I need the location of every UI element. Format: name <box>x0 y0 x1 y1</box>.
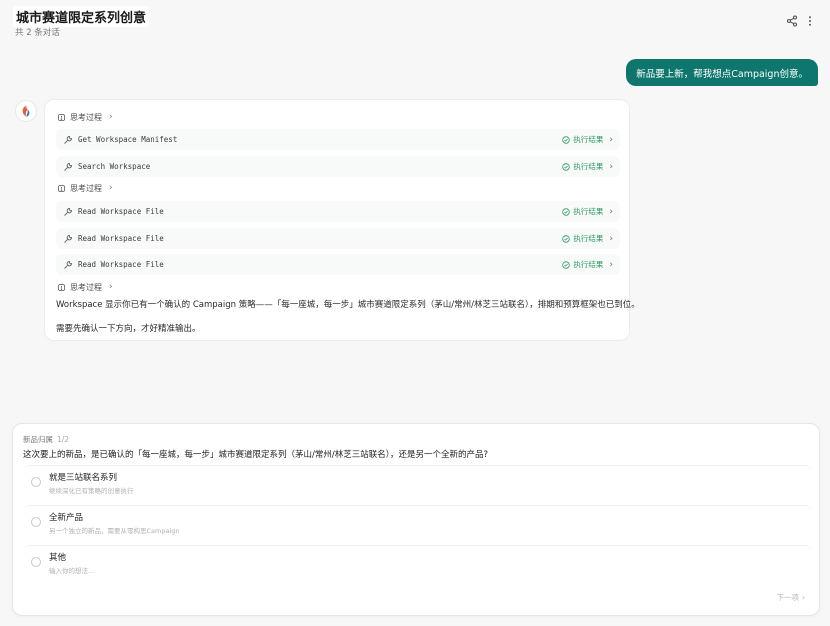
more-vertical-icon[interactable] <box>803 14 817 28</box>
wrench-icon <box>63 162 73 172</box>
question-text: 这次要上的新品，是已确认的「每一座城，每一步」城市赛道限定系列（茅山/常州/林芝… <box>23 450 488 460</box>
tool-name: Read Workspace File <box>78 234 164 243</box>
wrench-icon <box>63 135 73 145</box>
result-status: 执行结果 <box>562 134 603 145</box>
chevron-right-icon: › <box>109 282 113 292</box>
result-status: 执行结果 <box>562 259 603 270</box>
question-counter: 1/2 <box>57 435 70 444</box>
result-label: 执行结果 <box>573 162 604 171</box>
chevron-right-icon: › <box>609 233 613 244</box>
chevron-right-icon: › <box>609 134 613 145</box>
result-label: 执行结果 <box>573 234 604 243</box>
option-title: 就是三站联名系列 <box>49 473 118 483</box>
tool-name: Read Workspace File <box>78 260 164 269</box>
result-status: 执行结果 <box>562 161 603 172</box>
thinking-process-toggle[interactable]: 思考过程 › <box>57 181 113 195</box>
thinking-label: 思考过程 <box>70 282 102 292</box>
wrench-icon <box>63 260 73 270</box>
check-circle-icon <box>562 260 571 269</box>
question-card: 新品归属 1/2 这次要上的新品，是已确认的「每一座城，每一步」城市赛道限定系列（… <box>12 423 820 616</box>
radio-button[interactable] <box>31 557 41 567</box>
chevron-right-icon: › <box>609 259 613 270</box>
radio-button[interactable] <box>31 517 41 527</box>
thinking-process-toggle[interactable]: 思考过程 › <box>57 110 113 124</box>
option-existing-series[interactable]: 就是三站联名系列 继续深化已有策略的创意执行 <box>23 465 811 498</box>
wrench-icon <box>63 234 73 244</box>
chevron-right-icon: › <box>802 593 805 602</box>
tool-name: Get Workspace Manifest <box>78 135 178 144</box>
result-status: 执行结果 <box>562 233 603 244</box>
option-description: 输入你的想法... <box>49 567 95 575</box>
check-circle-icon <box>562 135 571 144</box>
assistant-avatar <box>15 100 37 122</box>
check-circle-icon <box>562 162 571 171</box>
option-new-product[interactable]: 全新产品 另一个独立的新品，需要从零构思Campaign <box>23 505 811 538</box>
question-label: 新品归属 <box>23 435 53 444</box>
assistant-message-card: 思考过程 › Get Workspace Manifest 执行结果 › Sea… <box>44 99 640 341</box>
share-icon[interactable] <box>785 14 799 28</box>
thinking-icon <box>57 184 66 192</box>
chevron-right-icon: › <box>109 112 113 122</box>
radio-button[interactable] <box>31 477 41 487</box>
option-title: 全新产品 <box>49 513 84 523</box>
result-label: 执行结果 <box>573 260 604 269</box>
question-header: 新品归属 1/2 <box>23 434 69 445</box>
option-description: 另一个独立的新品，需要从零构思Campaign <box>49 527 180 535</box>
result-status: 执行结果 <box>562 206 603 217</box>
tool-call-row[interactable]: Read Workspace File 执行结果 › <box>56 201 620 222</box>
chat-header: 城市赛道限定系列创意 共 2 条对话 <box>0 0 830 42</box>
option-description: 继续深化已有策略的创意执行 <box>49 487 134 495</box>
thinking-label: 思考过程 <box>70 183 102 193</box>
assistant-text: Workspace 显示你已有一个确认的 Campaign 策略——「每一座城，… <box>56 300 640 310</box>
page-title: 城市赛道限定系列创意 <box>13 6 150 27</box>
assistant-logo-icon <box>22 105 30 117</box>
result-label: 执行结果 <box>573 207 604 216</box>
wrench-icon <box>63 207 73 217</box>
tool-name: Read Workspace File <box>78 207 164 216</box>
check-circle-icon <box>562 234 571 243</box>
tool-name: Search Workspace <box>78 162 151 171</box>
option-other[interactable]: 其他 输入你的想法... <box>23 545 811 578</box>
next-button[interactable]: 下一项 › <box>777 592 806 603</box>
thinking-icon <box>57 113 66 121</box>
chevron-right-icon: › <box>609 206 613 217</box>
tool-call-row[interactable]: Read Workspace File 执行结果 › <box>56 254 620 275</box>
tool-call-row[interactable]: Get Workspace Manifest 执行结果 › <box>56 129 620 150</box>
chevron-right-icon: › <box>109 183 113 193</box>
option-title: 其他 <box>49 553 67 563</box>
conversation-count: 共 2 条对话 <box>15 28 60 38</box>
assistant-text: 需要先确认一下方向，才好精准输出。 <box>56 324 201 334</box>
user-message-bubble: 新品要上新，帮我想点Campaign创意。 <box>626 59 818 86</box>
tool-call-row[interactable]: Read Workspace File 执行结果 › <box>56 228 620 249</box>
next-label: 下一项 <box>776 593 800 602</box>
chevron-right-icon: › <box>609 161 613 172</box>
thinking-process-toggle[interactable]: 思考过程 › <box>57 280 113 294</box>
result-label: 执行结果 <box>573 135 604 144</box>
thinking-icon <box>57 283 66 291</box>
check-circle-icon <box>562 207 571 216</box>
thinking-label: 思考过程 <box>70 112 102 122</box>
tool-call-row[interactable]: Search Workspace 执行结果 › <box>56 156 620 177</box>
